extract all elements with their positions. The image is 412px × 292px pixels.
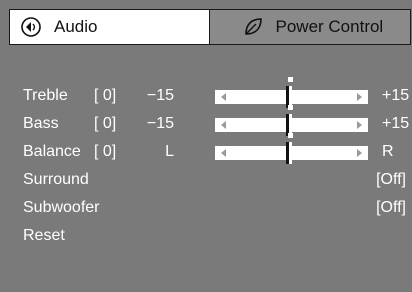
treble-slider[interactable] — [215, 77, 368, 108]
menu-item-label: Treble — [23, 87, 68, 104]
slider-max-label: +15 — [382, 115, 410, 132]
arrow-right-icon[interactable] — [357, 149, 362, 157]
arrow-right-icon[interactable] — [357, 93, 362, 101]
slider-max-label: R — [382, 143, 394, 160]
menu-item-value: [ 0] — [94, 115, 117, 132]
menu-item-label: Balance — [23, 143, 81, 160]
slider-min-label: −15 — [146, 87, 174, 104]
menu-item-bass[interactable]: Bass [ 0] −15 +15 — [0, 105, 412, 138]
menu-item-subwoofer[interactable]: Subwoofer [Off] — [0, 194, 412, 222]
tab-power-control-label: Power Control — [275, 17, 384, 36]
menu-item-option-value: [Off] — [376, 171, 406, 188]
menu-item-label: Reset — [23, 227, 65, 244]
menu-item-value: [ 0] — [94, 143, 117, 160]
menu-item-value: [ 0] — [94, 87, 117, 104]
tab-audio-label: Audio — [54, 17, 98, 36]
arrow-left-icon[interactable] — [221, 121, 226, 129]
slider-min-label: −15 — [146, 115, 174, 132]
tv-settings-screen: Audio Power Control Treble [ 0] −15 +15 … — [0, 0, 412, 292]
slider-min-label: L — [165, 143, 174, 160]
balance-slider[interactable] — [215, 133, 368, 164]
menu-item-treble[interactable]: Treble [ 0] −15 +15 — [0, 77, 412, 110]
audio-speaker-icon — [20, 16, 42, 38]
menu-item-label: Bass — [23, 115, 59, 132]
menu-item-option-value: [Off] — [376, 199, 406, 216]
menu-item-label: Subwoofer — [23, 199, 100, 216]
menu-item-balance[interactable]: Balance [ 0] L R — [0, 133, 412, 166]
slider-center-tick — [288, 133, 293, 138]
slider-knob[interactable] — [286, 142, 292, 164]
slider-max-label: +15 — [382, 87, 410, 104]
menu-item-label: Surround — [23, 171, 89, 188]
bass-slider[interactable] — [215, 105, 368, 136]
slider-center-tick — [288, 105, 293, 110]
arrow-left-icon[interactable] — [221, 93, 226, 101]
leaf-icon — [242, 16, 264, 38]
menu-item-reset[interactable]: Reset — [0, 222, 412, 250]
tab-bar: Audio Power Control — [9, 9, 411, 47]
arrow-right-icon[interactable] — [357, 121, 362, 129]
tab-audio[interactable]: Audio — [9, 9, 210, 45]
slider-center-tick — [288, 77, 293, 82]
menu-item-surround[interactable]: Surround [Off] — [0, 166, 412, 194]
tab-power-control[interactable]: Power Control — [209, 9, 411, 45]
arrow-left-icon[interactable] — [221, 149, 226, 157]
